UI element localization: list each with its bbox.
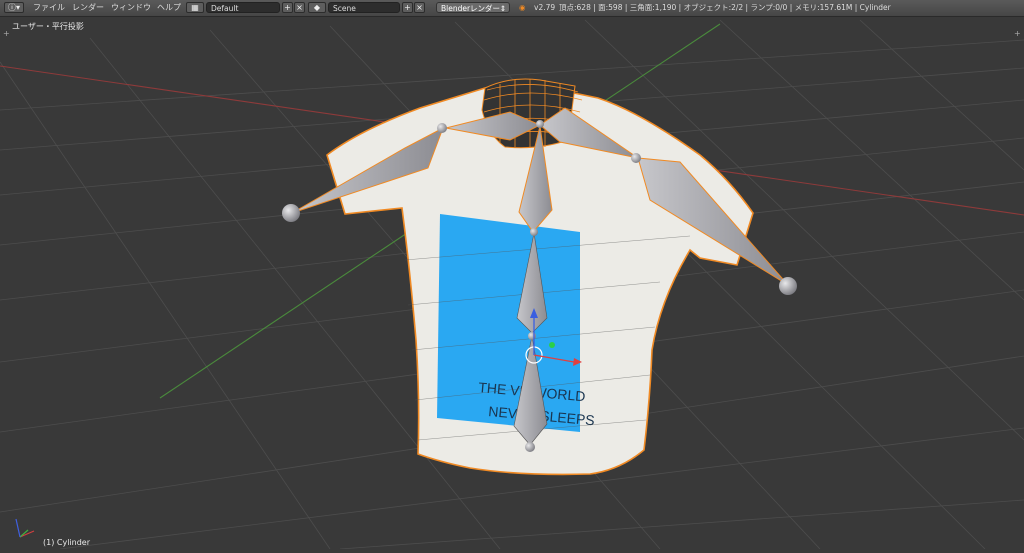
3d-viewport[interactable]: THE VR WORLD NEVER SLEEPS — [0, 17, 1024, 550]
joint-chest[interactable] — [530, 228, 538, 236]
view-label: ユーザー・平行投影 — [12, 22, 84, 31]
add-scene-button[interactable]: + — [402, 2, 413, 13]
render-engine-label: Blenderレンダー — [441, 4, 501, 13]
screen-layout-selector[interactable]: ▦ — [186, 2, 204, 13]
active-object-label: (1) Cylinder — [43, 538, 90, 547]
joint-hand-left[interactable] — [282, 204, 300, 222]
delete-scene-button[interactable]: × — [414, 2, 425, 13]
joint-shoulder-left[interactable] — [437, 123, 447, 133]
screen-layout-icon: ▦ — [191, 3, 199, 12]
menu-file[interactable]: ファイル — [33, 0, 65, 16]
scene-stats: 頂点:628 | 面:598 | 三角面:1,190 | オブジェクト:2/2 … — [559, 3, 891, 12]
blender-logo-icon: ◉ — [519, 3, 526, 12]
joint-waist[interactable] — [528, 332, 536, 340]
region-toggle-right[interactable]: + — [1014, 29, 1021, 38]
version-label: v2.79 — [534, 3, 556, 12]
dropdown-arrow-icon: ⇕ — [499, 4, 506, 13]
joint-shoulder-right[interactable] — [631, 153, 641, 163]
render-engine-dropdown[interactable]: Blenderレンダー ⇕ — [436, 2, 510, 13]
scene-field[interactable]: Scene — [328, 2, 400, 13]
menu-window[interactable]: ウィンドウ — [111, 0, 151, 16]
region-toggle-left[interactable]: + — [3, 29, 10, 38]
axis-gizmo-icon — [15, 518, 35, 538]
menu-help[interactable]: ヘルプ — [157, 0, 181, 16]
joint-hip[interactable] — [525, 442, 535, 452]
info-icon: ⓘ▾ — [7, 3, 20, 12]
menu-render[interactable]: レンダー — [72, 0, 104, 16]
delete-screen-button[interactable]: × — [294, 2, 305, 13]
joint-hand-right[interactable] — [779, 277, 797, 295]
scene-selector[interactable]: ◆ — [308, 2, 326, 13]
add-screen-button[interactable]: + — [282, 2, 293, 13]
editor-type-button[interactable]: ⓘ▾ — [4, 2, 24, 13]
screen-layout-field[interactable]: Default — [206, 2, 280, 13]
joint-head[interactable] — [536, 120, 544, 128]
info-header: ⓘ▾ ファイル レンダー ウィンドウ ヘルプ ▦ Default + × ◆ S… — [0, 0, 1024, 17]
scene-icon: ◆ — [313, 3, 321, 12]
